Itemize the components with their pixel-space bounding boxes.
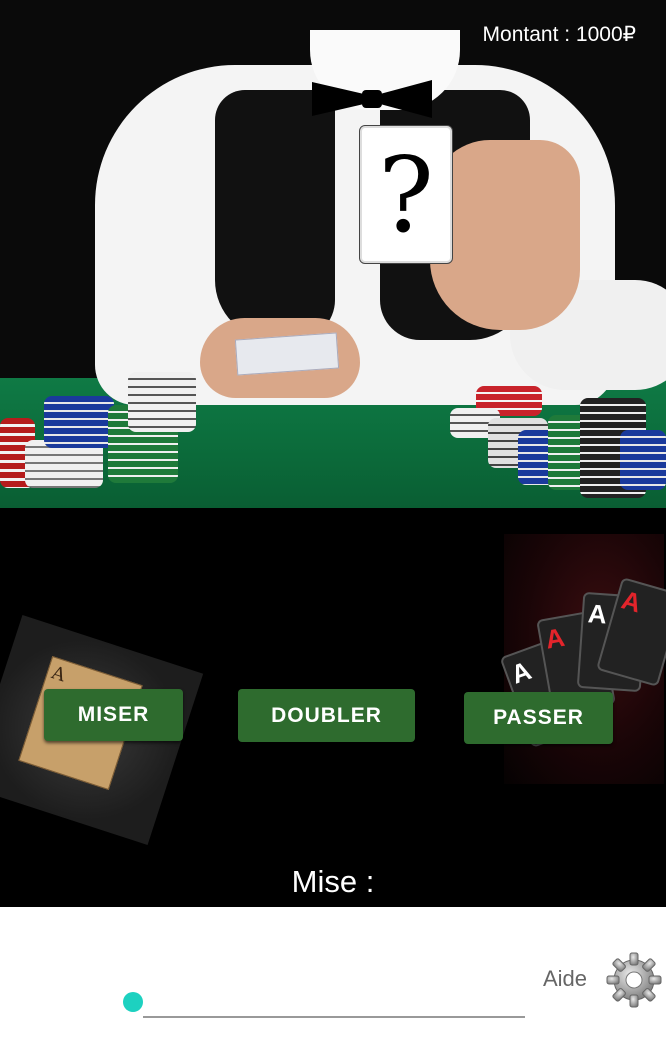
chip-stack: [44, 396, 114, 448]
passer-button[interactable]: PASSER: [464, 692, 613, 744]
aces-image: A A A A: [499, 534, 666, 784]
doubler-button[interactable]: DOUBLER: [238, 689, 415, 742]
chip-stack: [620, 430, 666, 490]
question-mark-icon: ?: [378, 133, 434, 256]
card-deck: [234, 332, 340, 376]
dealer-scene: ? Montant : 1000₽: [0, 0, 666, 508]
bet-label: Mise :: [291, 864, 375, 899]
amount-label: Montant : 1000₽: [482, 23, 636, 46]
bowtie-icon: [312, 80, 432, 118]
bet-slider-track[interactable]: [143, 1016, 525, 1018]
help-label[interactable]: Aide: [543, 966, 587, 992]
bet-slider-thumb[interactable]: [123, 992, 143, 1012]
hidden-card: ?: [359, 125, 453, 264]
gear-icon[interactable]: [604, 950, 664, 1010]
chip-stack: [128, 372, 196, 432]
miser-button[interactable]: MISER: [44, 689, 183, 741]
